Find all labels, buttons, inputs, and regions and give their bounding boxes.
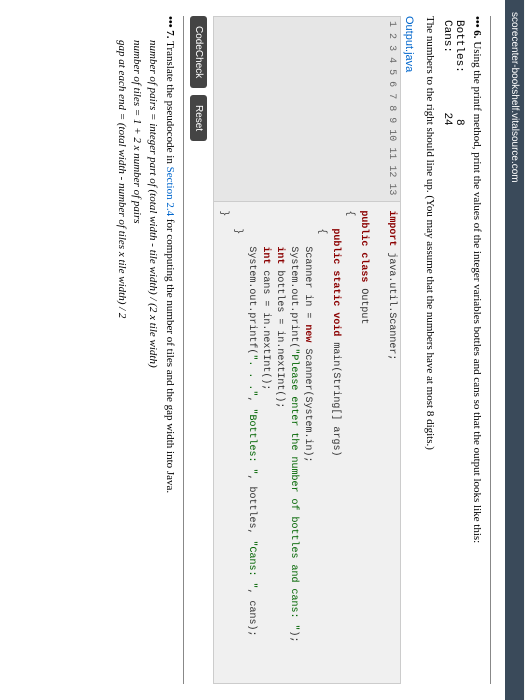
formula-1: number of pairs = integer part of (total… (144, 40, 159, 684)
line-numbers: 1 2 3 4 5 6 7 8 9 10 11 12 13 (214, 17, 400, 202)
problem-7: ••• 7. Translate the pseudocode in Secti… (114, 16, 178, 684)
problem-note: The numbers to the right should line up.… (421, 16, 436, 684)
divider (490, 16, 491, 684)
problem-number: ••• 6. (471, 16, 483, 39)
reset-button[interactable]: Reset (190, 95, 207, 141)
formula-3: gap at each end = (total width - number … (114, 40, 129, 684)
site-header: scorecenter-bookshelf.vitalsource.com (505, 0, 524, 700)
divider (183, 16, 184, 684)
section-link[interactable]: Section 2.4 (164, 167, 176, 217)
problem-text-b: for computing the number of tiles and th… (164, 216, 176, 493)
button-row: CodeCheck Reset (190, 16, 207, 684)
code-editor[interactable]: 1 2 3 4 5 6 7 8 9 10 11 12 13 import jav… (213, 16, 401, 684)
formula-2: number of tiles = 1 + 2 x number of pair… (129, 40, 144, 684)
problem-text: Using the printf method, print the value… (471, 41, 483, 543)
codecheck-button[interactable]: CodeCheck (190, 16, 207, 88)
site-url: scorecenter-bookshelf.vitalsource.com (509, 12, 520, 183)
file-name: Output.java (403, 16, 415, 684)
problem-6: ••• 6. Using the printf method, print th… (469, 16, 484, 684)
problem-text-a: Translate the pseudocode in (164, 41, 176, 166)
page-content: ••• 6. Using the printf method, print th… (106, 0, 505, 700)
example-output: Bottles: 8 Cans: 24 (441, 20, 465, 684)
problem-number: ••• 7. (164, 16, 176, 39)
code-content[interactable]: import java.util.Scanner; public class O… (214, 202, 400, 650)
